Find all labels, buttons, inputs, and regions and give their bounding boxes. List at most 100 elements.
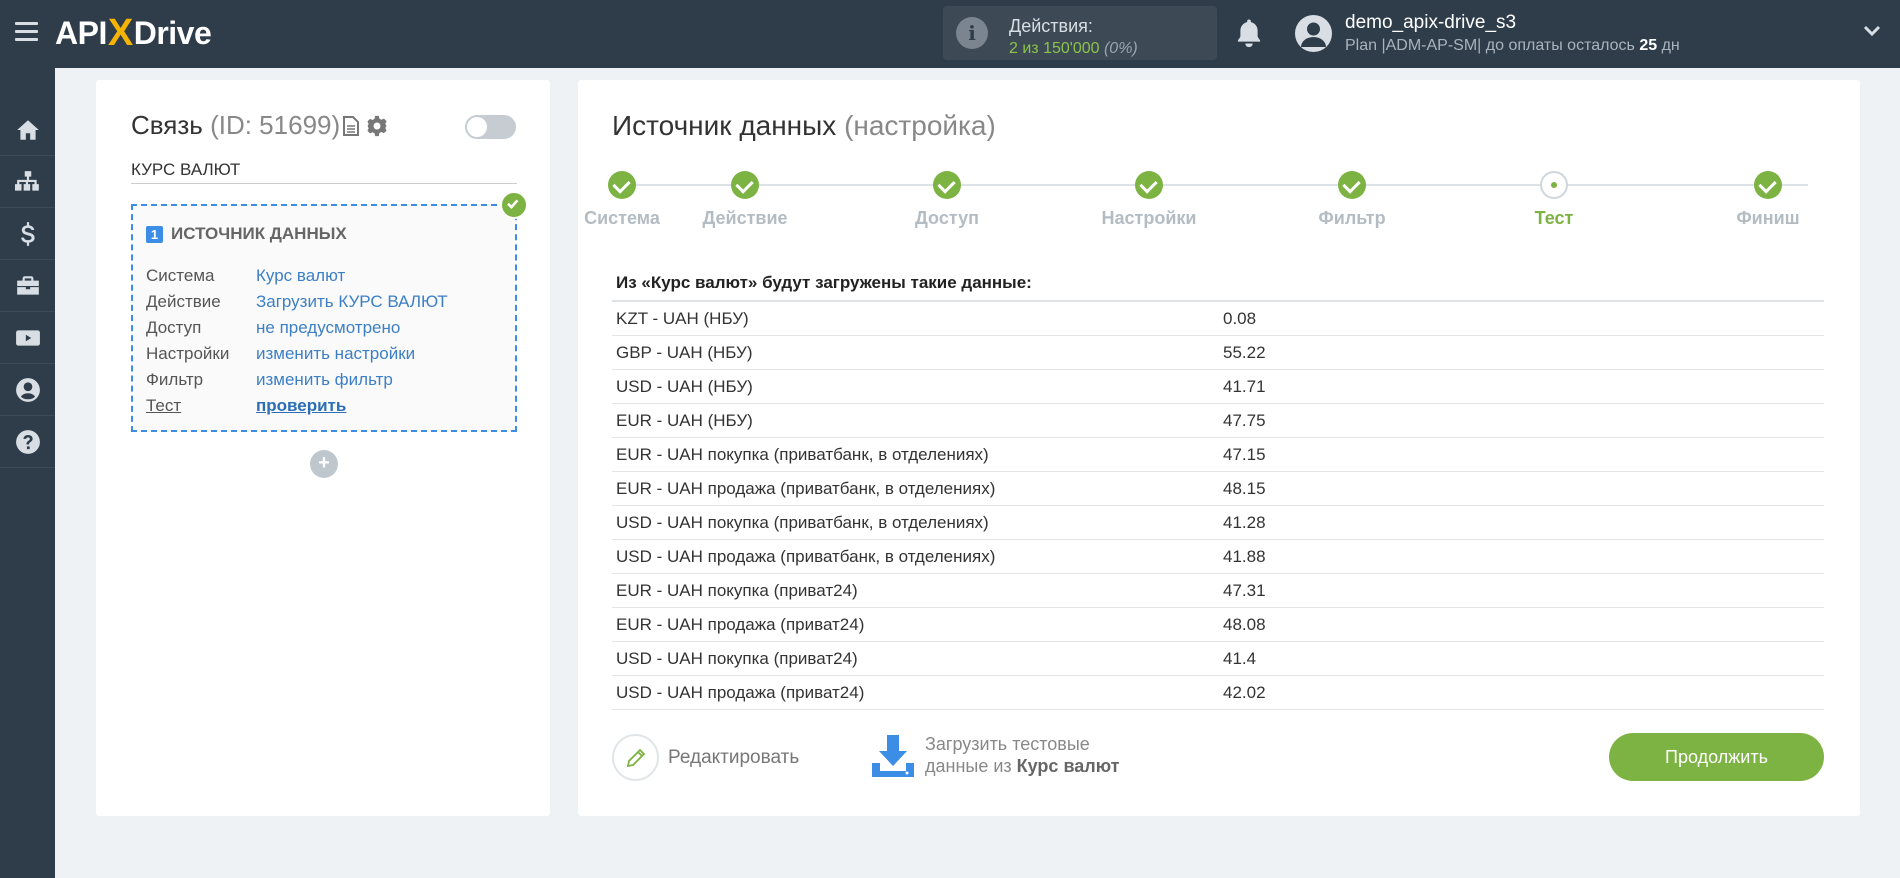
add-step-button[interactable]: +	[310, 450, 338, 478]
step-settings[interactable]: Настройки	[1069, 171, 1229, 229]
step-filter[interactable]: Фильтр	[1272, 171, 1432, 229]
actions-value: 2 из 150'000 (0%)	[1009, 40, 1138, 58]
sidebar-item-billing[interactable]	[0, 208, 55, 260]
table-row: USD - UAH покупка (приватбанк, в отделен…	[612, 506, 1824, 540]
row-value: 48.08	[1223, 615, 1266, 634]
row-value: 42.02	[1223, 683, 1266, 702]
row-name: EUR - UAH покупка (приватбанк, в отделен…	[616, 445, 989, 464]
row-value: 41.71	[1223, 377, 1266, 396]
step-access[interactable]: Доступ	[867, 171, 1027, 229]
step-action[interactable]: Действие	[665, 171, 825, 229]
user-icon	[15, 377, 40, 402]
bell-icon[interactable]	[1234, 17, 1264, 49]
source-row-key: Фильтр	[146, 370, 204, 389]
table-row: USD - UAH продажа (приват24) 42.02	[612, 676, 1824, 710]
sidebar-item-help[interactable]	[0, 416, 55, 468]
source-row-value[interactable]: изменить фильтр	[256, 370, 393, 389]
row-value: 55.22	[1223, 343, 1266, 362]
sidebar-item-briefcase[interactable]	[0, 260, 55, 312]
top-bar: API X Drive i Действия: 2 из 150'000 (0%) …	[0, 0, 1900, 68]
source-row-key: Система	[146, 266, 215, 285]
settings-panel: Источник данных (настройка) Система Дейс…	[578, 80, 1860, 816]
table-heading: Из «Курс валют» будут загружены такие да…	[612, 270, 1824, 302]
source-row-value[interactable]: изменить настройки	[256, 344, 415, 363]
user-name[interactable]: demo_apix-drive_s3	[1345, 12, 1516, 34]
step-done-icon	[1135, 171, 1163, 199]
plan-days: 25	[1639, 37, 1658, 54]
step-label: Фильтр	[1318, 208, 1386, 228]
check-icon	[500, 191, 528, 219]
row-value: 0.08	[1223, 309, 1257, 328]
youtube-icon	[15, 329, 40, 346]
load-test-data-button[interactable]: Загрузить тестовые данные из Курс валют	[870, 731, 1160, 783]
download-icon	[872, 735, 914, 777]
table-row: EUR - UAH покупка (приват24) 47.31	[612, 574, 1824, 608]
question-icon	[15, 429, 40, 454]
step-label: Тест	[1534, 208, 1574, 228]
source-row-settings: Настройки изменить настройки	[146, 344, 415, 364]
toggle-knob	[467, 117, 487, 137]
source-row-value[interactable]: Курс валют	[256, 266, 345, 285]
load-label-line2: данные из Курс валют	[925, 756, 1119, 777]
step-done-icon	[933, 171, 961, 199]
row-name: USD - UAH продажа (приват24)	[616, 683, 865, 702]
gear-icon[interactable]	[366, 115, 388, 137]
source-row-action: Действие Загрузить КУРС ВАЛЮТ	[146, 292, 448, 312]
info-icon: i	[956, 17, 988, 49]
row-name: USD - UAH (НБУ)	[616, 377, 753, 396]
sidebar-item-profile[interactable]	[0, 364, 55, 416]
source-row-key: Настройки	[146, 344, 230, 363]
row-value: 41.4	[1223, 649, 1257, 668]
row-name: USD - UAH покупка (приватбанк, в отделен…	[616, 513, 989, 532]
actions-count: 2 из 150'000	[1009, 40, 1100, 57]
row-value: 47.31	[1223, 581, 1266, 600]
sidebar-item-connections[interactable]	[0, 156, 55, 208]
connection-panel: Связь (ID: 51699) КУРС ВАЛЮТ 1 ИСТОЧНИК …	[96, 80, 550, 816]
step-label: Действие	[702, 208, 788, 228]
source-heading-text: ИСТОЧНИК ДАННЫХ	[171, 224, 347, 243]
step-done-icon	[1754, 171, 1782, 199]
pencil-icon	[626, 748, 646, 768]
plan-days-unit: дн	[1661, 37, 1680, 54]
row-name: EUR - UAH покупка (приват24)	[616, 581, 858, 600]
user-plan: Plan |ADM-AP-SM| до оплаты осталось 25 д…	[1345, 37, 1680, 55]
continue-button[interactable]: Продолжить	[1609, 733, 1824, 781]
row-value: 48.15	[1223, 479, 1266, 498]
table-row: USD - UAH (НБУ) 41.71	[612, 370, 1824, 404]
source-block[interactable]: 1 ИСТОЧНИК ДАННЫХ Система Курс валют Дейс…	[131, 204, 517, 432]
source-row-value[interactable]: Загрузить КУРС ВАЛЮТ	[256, 292, 448, 311]
row-name: GBP - UAH (НБУ)	[616, 343, 753, 362]
sidebar	[0, 68, 55, 878]
source-row-access: Доступ не предусмотрено	[146, 318, 400, 338]
edit-button[interactable]: Редактировать	[612, 734, 812, 782]
source-heading: 1 ИСТОЧНИК ДАННЫХ	[146, 224, 347, 244]
step-test[interactable]: Тест	[1474, 171, 1634, 229]
row-value: 47.15	[1223, 445, 1266, 464]
connection-toggle[interactable]	[465, 115, 516, 139]
actions-counter[interactable]: i Действия: 2 из 150'000 (0%)	[943, 6, 1217, 60]
sidebar-item-video[interactable]	[0, 312, 55, 364]
step-label: Финиш	[1736, 208, 1800, 228]
connection-name[interactable]: КУРС ВАЛЮТ	[131, 160, 517, 184]
sidebar-item-home[interactable]	[0, 104, 55, 156]
logo[interactable]: API X Drive	[55, 11, 212, 55]
row-value: 47.75	[1223, 411, 1266, 430]
briefcase-icon	[16, 275, 39, 295]
row-name: EUR - UAH (НБУ)	[616, 411, 753, 430]
logo-text-left: API	[55, 14, 107, 51]
page-title: Источник данных (настройка)	[612, 110, 996, 142]
chevron-down-icon[interactable]	[1863, 25, 1881, 37]
menu-icon[interactable]	[15, 22, 38, 42]
step-finish[interactable]: Финиш	[1688, 171, 1848, 229]
data-table: KZT - UAH (НБУ) 0.08 GBP - UAH (НБУ) 55.22…	[612, 302, 1824, 710]
source-row-value[interactable]: проверить	[256, 396, 346, 415]
home-icon	[16, 119, 39, 140]
row-name: EUR - UAH продажа (приват24)	[616, 615, 865, 634]
source-number-badge: 1	[146, 225, 163, 243]
document-icon[interactable]	[343, 116, 359, 136]
dollar-icon	[20, 221, 35, 246]
step-done-icon	[608, 171, 636, 199]
source-row-value[interactable]: не предусмотрено	[256, 318, 400, 337]
avatar[interactable]	[1295, 15, 1332, 52]
page-title-text: Источник данных	[612, 110, 837, 141]
